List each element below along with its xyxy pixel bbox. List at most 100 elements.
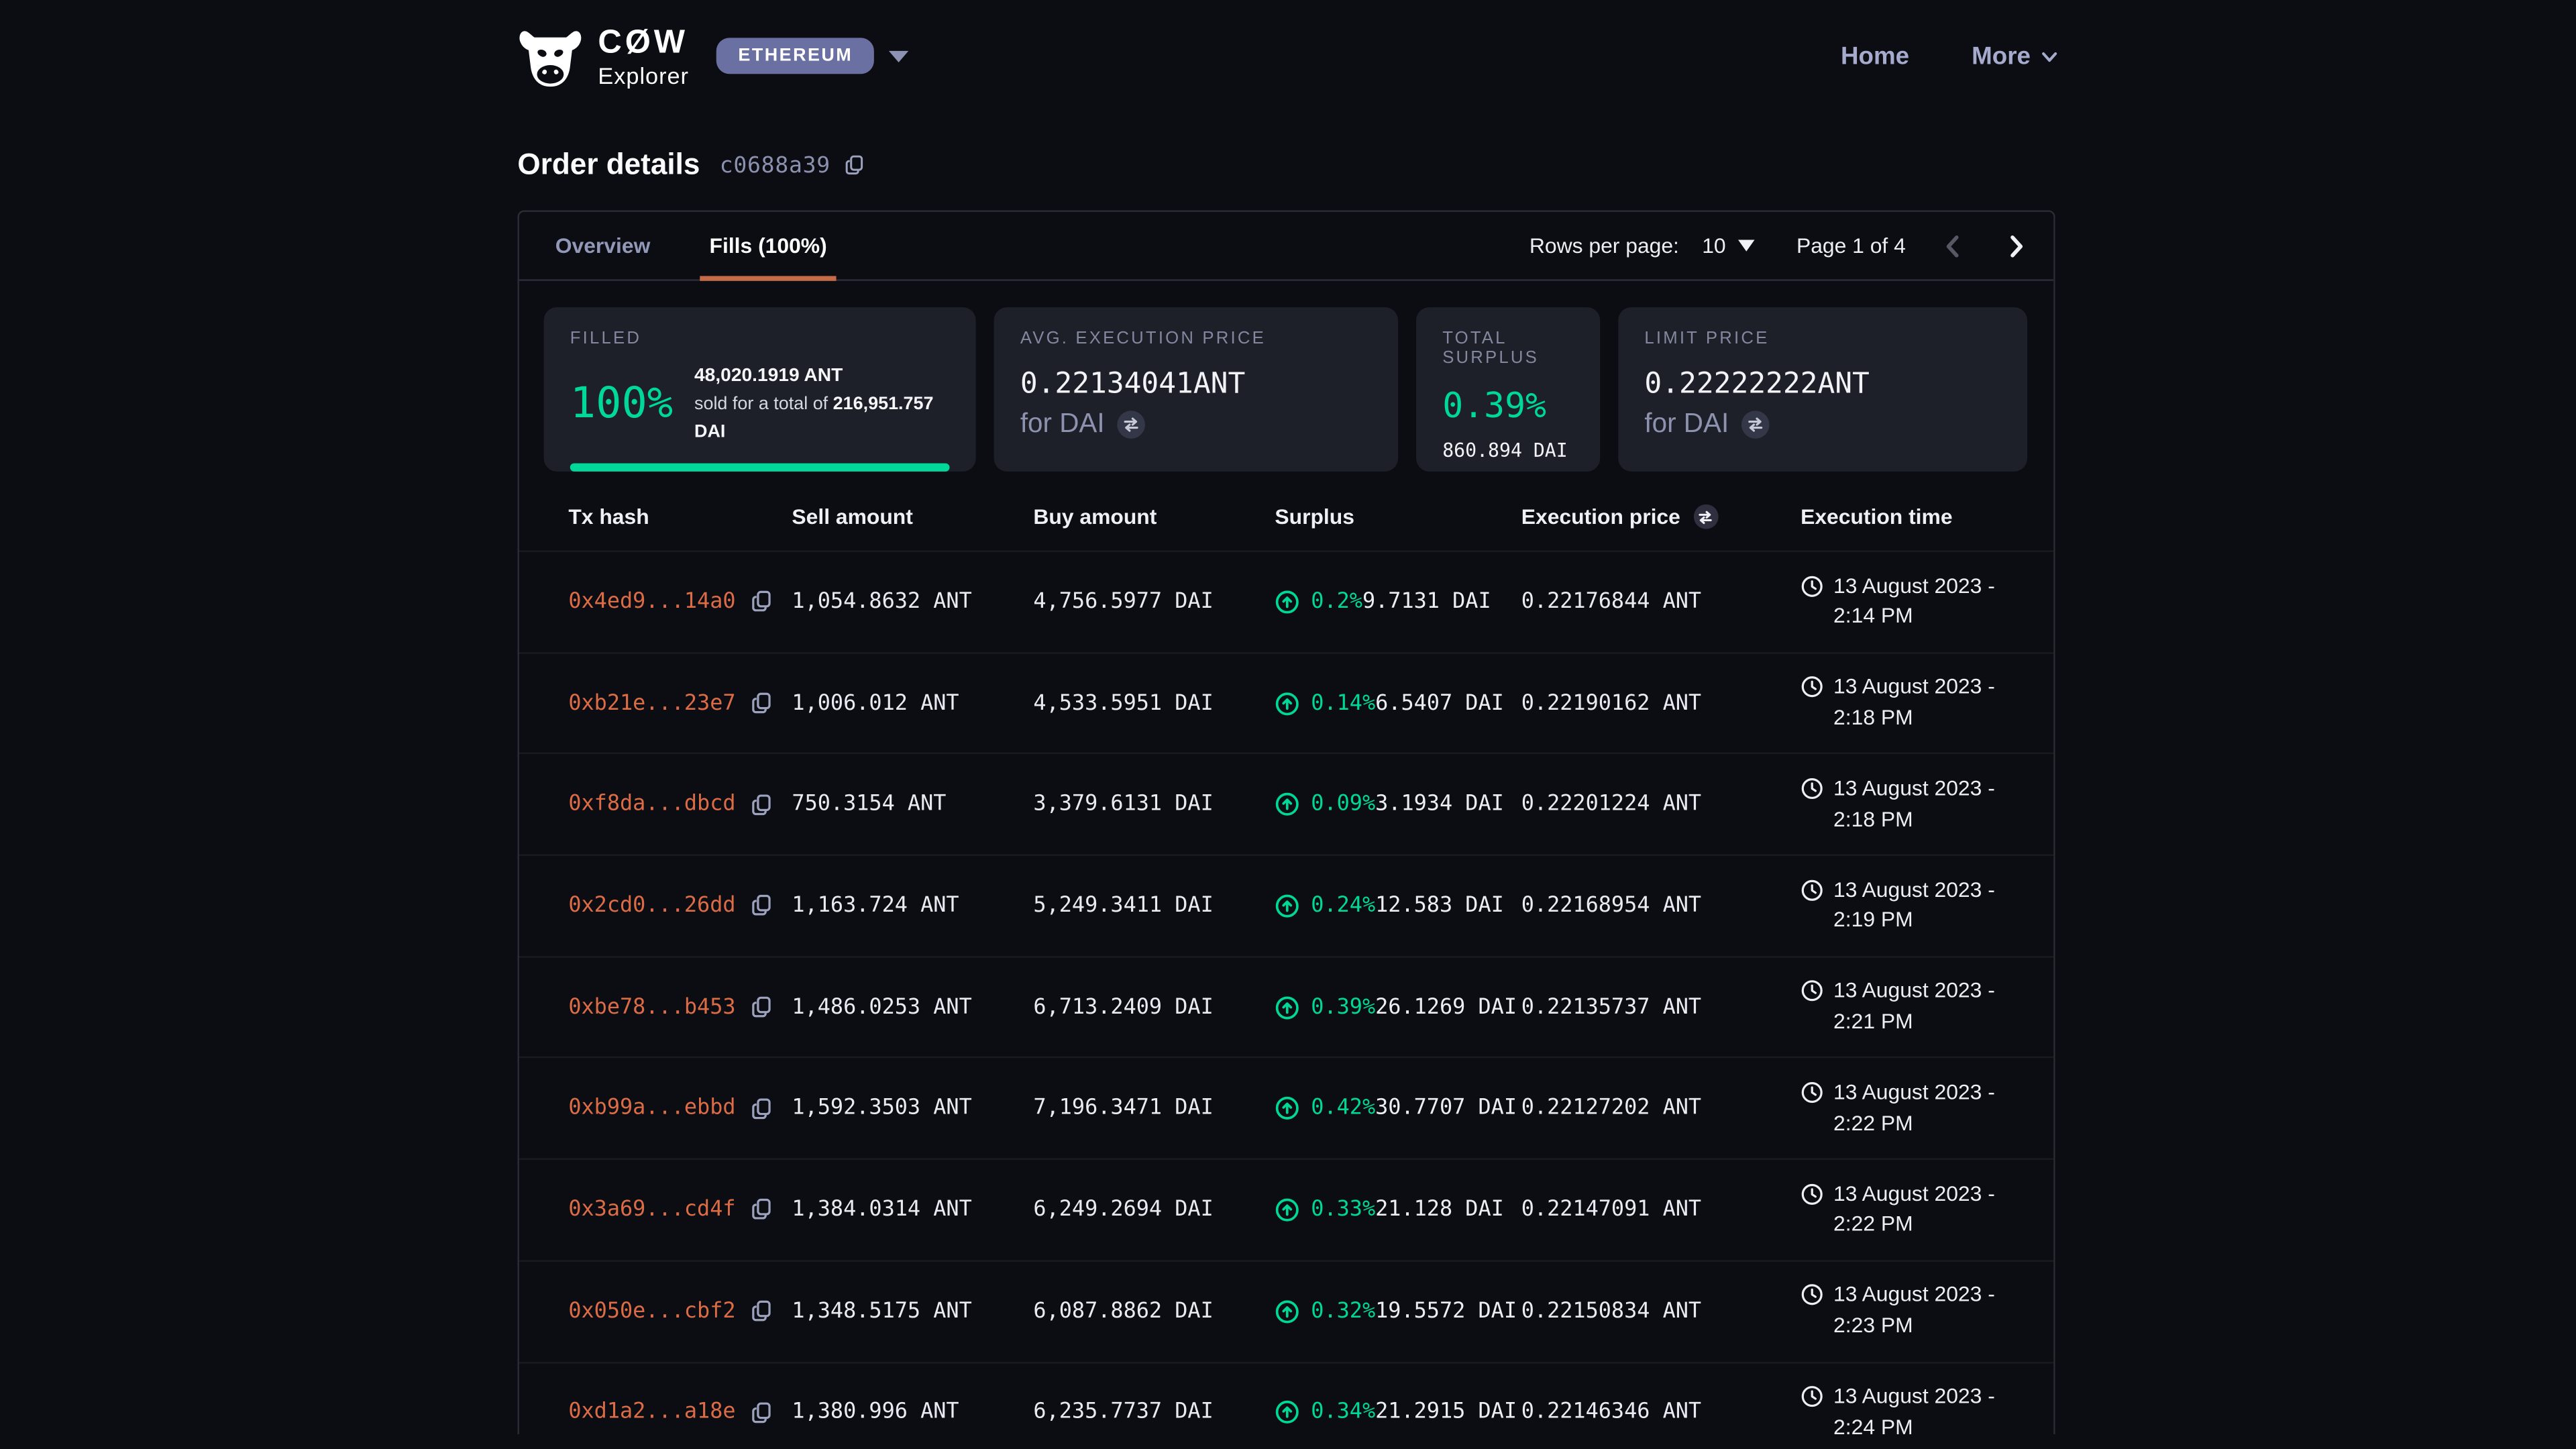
tab-bar: Overview Fills (100%) Rows per page: 10 … <box>519 212 2053 281</box>
copy-tx-hash-icon[interactable] <box>751 1097 773 1120</box>
fills-table: Tx hash Sell amount Buy amount Surplus E… <box>519 504 2053 1434</box>
prev-page-chevron-left-icon[interactable] <box>1939 231 1968 260</box>
filled-amount: 48,020.1919 ANT <box>694 366 843 386</box>
copy-tx-hash-icon[interactable] <box>751 1401 773 1424</box>
execution-time-cell: 13 August 2023 - 2:18 PM <box>1801 672 2031 734</box>
swap-currency-icon[interactable] <box>1118 411 1146 439</box>
sell-amount-cell: 1,380.996 ANT <box>792 1400 1033 1425</box>
next-page-chevron-right-icon[interactable] <box>2001 231 2031 260</box>
execution-price-cell: 0.22150834 ANT <box>1521 1299 1801 1324</box>
copy-tx-hash-icon[interactable] <box>751 996 773 1018</box>
tx-hash-link[interactable]: 0xb99a...ebbd <box>568 1096 735 1121</box>
tab-overview[interactable]: Overview <box>545 212 660 279</box>
tab-fills[interactable]: Fills (100%) <box>700 212 837 279</box>
copy-order-id-icon[interactable] <box>845 154 867 176</box>
execution-price-cell: 0.22147091 ANT <box>1521 1197 1801 1222</box>
execution-time-cell: 13 August 2023 - 2:21 PM <box>1801 976 2031 1038</box>
surplus-percent: 0.39% <box>1311 995 1375 1020</box>
limit-price-unit: for DAI <box>1644 409 1729 441</box>
surplus-amount: 6.5407 DAI <box>1375 691 1504 716</box>
execution-time-cell: 13 August 2023 - 2:18 PM <box>1801 773 2031 835</box>
tx-hash-link[interactable]: 0xd1a2...a18e <box>568 1400 735 1425</box>
copy-tx-hash-icon[interactable] <box>751 1198 773 1221</box>
surplus-cell: 0.32% 19.5572 DAI <box>1275 1299 1521 1324</box>
surplus-cell: 0.33% 21.128 DAI <box>1275 1197 1521 1222</box>
brand-name: CØW <box>598 25 689 58</box>
col-execution-price: Execution price <box>1521 504 1801 529</box>
surplus-cell: 0.2% 9.7131 DAI <box>1275 590 1521 614</box>
execution-time-text: 13 August 2023 - 2:23 PM <box>1833 1281 2031 1342</box>
surplus-up-icon <box>1275 1096 1299 1121</box>
execution-price-cell: 0.22176844 ANT <box>1521 590 1801 614</box>
execution-time-text: 13 August 2023 - 2:14 PM <box>1833 571 2031 633</box>
tab-overview-label: Overview <box>555 233 651 258</box>
execution-price-cell: 0.22201224 ANT <box>1521 792 1801 817</box>
execution-price-cell: 0.22190162 ANT <box>1521 691 1801 716</box>
execution-time-cell: 13 August 2023 - 2:14 PM <box>1801 571 2031 633</box>
total-surplus-label: TOTAL SURPLUS <box>1442 329 1574 368</box>
page-indicator: Page 1 of 4 <box>1796 233 1906 258</box>
top-header: CØW Explorer ETHEREUM Home More <box>0 0 2576 112</box>
table-row: 0xbe78...b453 1,486.0253 ANT 6,713.2409 … <box>519 956 2053 1057</box>
col-tx-hash: Tx hash <box>568 504 792 529</box>
surplus-up-icon <box>1275 691 1299 716</box>
clock-icon <box>1801 979 1823 1002</box>
tx-hash-link[interactable]: 0x2cd0...26dd <box>568 894 735 918</box>
fills-table-body: 0x4ed9...14a0 1,054.8632 ANT 4,756.5977 … <box>519 550 2053 1434</box>
surplus-percent: 0.32% <box>1311 1299 1375 1324</box>
filled-progress-bar <box>570 464 950 471</box>
tx-hash-link[interactable]: 0x3a69...cd4f <box>568 1197 735 1222</box>
surplus-percent: 0.33% <box>1311 1197 1375 1222</box>
execution-time-text: 13 August 2023 - 2:22 PM <box>1833 1179 2031 1240</box>
surplus-up-icon <box>1275 792 1299 817</box>
copy-tx-hash-icon[interactable] <box>751 590 773 613</box>
filled-label: FILLED <box>570 329 950 348</box>
execution-price-cell: 0.22135737 ANT <box>1521 995 1801 1020</box>
surplus-up-icon <box>1275 1197 1299 1222</box>
execution-time-text: 13 August 2023 - 2:22 PM <box>1833 1077 2031 1139</box>
surplus-amount: 30.7707 DAI <box>1375 1096 1517 1121</box>
rows-per-page-label: Rows per page: <box>1529 233 1679 258</box>
surplus-amount: 21.128 DAI <box>1375 1197 1504 1222</box>
surplus-percent: 0.14% <box>1311 691 1375 716</box>
table-row: 0xb99a...ebbd 1,592.3503 ANT 7,196.3471 … <box>519 1057 2053 1159</box>
surplus-up-icon <box>1275 1299 1299 1324</box>
tx-hash-link[interactable]: 0x050e...cbf2 <box>568 1299 735 1324</box>
copy-tx-hash-icon[interactable] <box>751 793 773 816</box>
sell-amount-cell: 1,006.012 ANT <box>792 691 1033 716</box>
brand-logo[interactable]: CØW Explorer <box>517 23 689 89</box>
nav-more[interactable]: More <box>1972 42 2058 70</box>
execution-time-cell: 13 August 2023 - 2:19 PM <box>1801 875 2031 936</box>
copy-tx-hash-icon[interactable] <box>751 894 773 917</box>
surplus-cell: 0.14% 6.5407 DAI <box>1275 691 1521 716</box>
col-execution-price-label: Execution price <box>1521 504 1680 529</box>
copy-tx-hash-icon[interactable] <box>751 692 773 714</box>
table-row: 0x2cd0...26dd 1,163.724 ANT 5,249.3411 D… <box>519 855 2053 956</box>
tx-hash-link[interactable]: 0xf8da...dbcd <box>568 792 735 817</box>
surplus-amount: 21.2915 DAI <box>1375 1400 1517 1425</box>
network-caret-down-icon[interactable] <box>889 50 908 62</box>
execution-time-cell: 13 August 2023 - 2:23 PM <box>1801 1281 2031 1342</box>
execution-time-text: 13 August 2023 - 2:24 PM <box>1833 1382 2031 1434</box>
table-row: 0xf8da...dbcd 750.3154 ANT 3,379.6131 DA… <box>519 753 2053 855</box>
invert-price-swap-icon[interactable] <box>1693 504 1718 529</box>
surplus-percent: 0.42% <box>1311 1096 1375 1121</box>
avg-price-label: AVG. EXECUTION PRICE <box>1020 329 1372 348</box>
buy-amount-cell: 6,087.8862 DAI <box>1033 1299 1275 1324</box>
tx-hash-link[interactable]: 0xbe78...b453 <box>568 995 735 1020</box>
surplus-percent: 0.2% <box>1311 590 1362 614</box>
nav-home[interactable]: Home <box>1841 42 1909 70</box>
sell-amount-cell: 1,592.3503 ANT <box>792 1096 1033 1121</box>
clock-icon <box>1801 1385 1823 1407</box>
buy-amount-cell: 7,196.3471 DAI <box>1033 1096 1275 1121</box>
sell-amount-cell: 1,163.724 ANT <box>792 894 1033 918</box>
network-selector-badge[interactable]: ETHEREUM <box>717 38 874 74</box>
copy-tx-hash-icon[interactable] <box>751 1300 773 1323</box>
buy-amount-cell: 6,235.7737 DAI <box>1033 1400 1275 1425</box>
tx-hash-link[interactable]: 0x4ed9...14a0 <box>568 590 735 614</box>
nav-home-label: Home <box>1841 42 1909 70</box>
tx-hash-link[interactable]: 0xb21e...23e7 <box>568 691 735 716</box>
avg-price-value: 0.22134041ANT <box>1020 368 1372 401</box>
rows-per-page-select[interactable]: 10 <box>1702 233 1754 258</box>
swap-currency-icon[interactable] <box>1742 411 1770 439</box>
